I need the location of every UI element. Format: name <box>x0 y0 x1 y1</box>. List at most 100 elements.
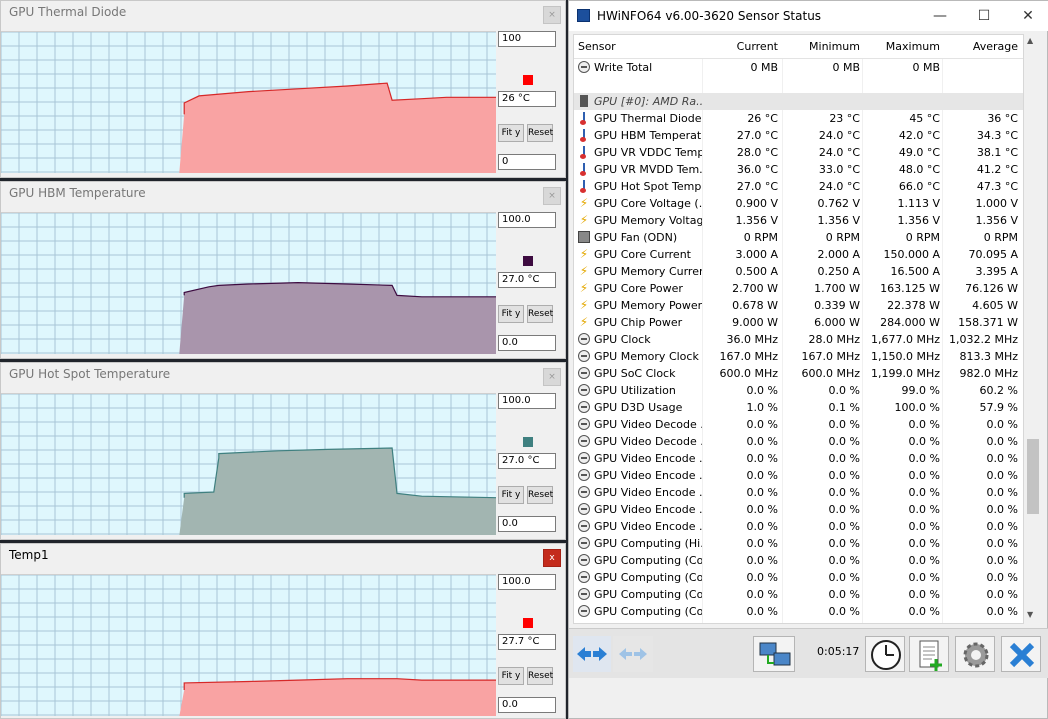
graph-close-icon[interactable]: × <box>543 368 561 386</box>
table-row[interactable]: GPU SoC Clock 600.0 MHz 600.0 MHz 1,199.… <box>574 365 1023 382</box>
graph-max-field[interactable]: 100.0 <box>498 393 556 409</box>
table-row[interactable]: GPU Video Encode ... 0.0 % 0.0 % 0.0 % 0… <box>574 467 1023 484</box>
arrows-left-right-icon[interactable] <box>573 636 611 672</box>
table-row[interactable]: GPU VR MVDD Tem... 36.0 °C 33.0 °C 48.0 … <box>574 161 1023 178</box>
table-row[interactable]: GPU Fan (ODN) 0 RPM 0 RPM 0 RPM 0 RPM <box>574 229 1023 246</box>
table-row[interactable] <box>574 76 1023 93</box>
col-sensor[interactable]: Sensor <box>578 40 616 53</box>
sensor-average: 0.0 % <box>986 588 1018 601</box>
table-row[interactable]: ⚡ GPU Core Voltage (... 0.900 V 0.762 V 1… <box>574 195 1023 212</box>
scroll-up-icon[interactable]: ▲ <box>1027 36 1033 45</box>
table-row[interactable]: GPU Computing (Hi... 0.0 % 0.0 % 0.0 % 0… <box>574 535 1023 552</box>
close-x-icon[interactable] <box>1001 636 1041 672</box>
table-row[interactable]: GPU Hot Spot Temp... 27.0 °C 24.0 °C 66.… <box>574 178 1023 195</box>
scroll-thumb[interactable] <box>1027 439 1039 514</box>
table-row[interactable]: GPU Video Decode ... 0.0 % 0.0 % 0.0 % 0… <box>574 416 1023 433</box>
table-row[interactable]: Write Total 0 MB 0 MB 0 MB <box>574 59 1023 76</box>
col-minimum[interactable]: Minimum <box>784 40 860 53</box>
graph-min-field[interactable]: 0.0 <box>498 516 556 532</box>
sensor-minimum: 0.339 W <box>814 299 860 312</box>
close-icon[interactable]: ✕ <box>1013 5 1043 27</box>
sensor-group-row[interactable]: GPU [#0]: AMD Ra... <box>574 93 1023 110</box>
fit-y-button[interactable]: Fit y <box>498 124 524 142</box>
table-row[interactable]: GPU HBM Temperat... 27.0 °C 24.0 °C 42.0… <box>574 127 1023 144</box>
col-average[interactable]: Average <box>944 40 1018 53</box>
sensor-name: Write Total <box>594 61 653 74</box>
graph-max-field[interactable]: 100.0 <box>498 212 556 228</box>
graph-side-panel: 100 26 °C Fit y Reset 0 <box>498 31 562 173</box>
table-row[interactable]: GPU Clock 36.0 MHz 28.0 MHz 1,677.0 MHz … <box>574 331 1023 348</box>
graph-close-icon[interactable]: x <box>543 549 561 567</box>
graph-min-field[interactable]: 0.0 <box>498 335 556 351</box>
table-row[interactable]: GPU Video Encode ... 0.0 % 0.0 % 0.0 % 0… <box>574 450 1023 467</box>
reset-button[interactable]: Reset <box>527 667 553 685</box>
sensor-minimum: 2.000 A <box>817 248 860 261</box>
sensor-current: 0.0 % <box>746 435 778 448</box>
sensor-maximum: 0.0 % <box>908 537 940 550</box>
graph-color-swatch[interactable] <box>523 618 533 628</box>
table-row[interactable]: GPU Utilization 0.0 % 0.0 % 99.0 % 60.2 … <box>574 382 1023 399</box>
table-row[interactable]: GPU D3D Usage 1.0 % 0.1 % 100.0 % 57.9 % <box>574 399 1023 416</box>
sensor-maximum: 163.125 W <box>880 282 940 295</box>
sensor-minimum: 0 RPM <box>825 231 860 244</box>
vertical-scrollbar[interactable]: ▲ ▼ <box>1024 34 1042 624</box>
sensor-name: GPU VR VDDC Temp... <box>594 146 702 159</box>
graph-max-field[interactable]: 100 <box>498 31 556 47</box>
arrows-disabled-icon[interactable] <box>613 636 653 672</box>
sensor-minimum: 0.0 % <box>828 605 860 618</box>
fit-y-button[interactable]: Fit y <box>498 305 524 323</box>
col-maximum[interactable]: Maximum <box>864 40 940 53</box>
maximize-icon[interactable]: ☐ <box>969 5 999 27</box>
table-row[interactable]: GPU VR VDDC Temp... 28.0 °C 24.0 °C 49.0… <box>574 144 1023 161</box>
table-row[interactable]: ⚡ GPU Core Power 2.700 W 1.700 W 163.125 … <box>574 280 1023 297</box>
reset-button[interactable]: Reset <box>527 124 553 142</box>
table-row[interactable]: GPU Thermal Diode 26 °C 23 °C 45 °C 36 °… <box>574 110 1023 127</box>
clock-icon[interactable] <box>865 636 905 672</box>
sensor-minimum: 0.0 % <box>828 418 860 431</box>
graph-min-field[interactable]: 0.0 <box>498 697 556 713</box>
report-icon[interactable] <box>909 636 949 672</box>
thermometer-icon <box>580 163 587 176</box>
col-current[interactable]: Current <box>702 40 778 53</box>
sensor-minimum: 600.0 MHz <box>801 367 860 380</box>
graph-close-icon[interactable]: × <box>543 6 561 24</box>
network-icon[interactable] <box>753 636 795 672</box>
table-row[interactable]: GPU Video Encode ... 0.0 % 0.0 % 0.0 % 0… <box>574 518 1023 535</box>
sensor-current: 0 RPM <box>743 231 778 244</box>
table-row[interactable]: GPU Video Decode ... 0.0 % 0.0 % 0.0 % 0… <box>574 433 1023 450</box>
sensor-name: GPU [#0]: AMD Ra... <box>594 95 702 108</box>
table-row[interactable]: GPU Computing (Co... 0.0 % 0.0 % 0.0 % 0… <box>574 552 1023 569</box>
graph-color-swatch[interactable] <box>523 256 533 266</box>
title-bar[interactable]: HWiNFO64 v6.00-3620 Sensor Status — ☐ ✕ <box>569 1 1048 31</box>
sensor-average: 0.0 % <box>986 605 1018 618</box>
sensor-average: 0.0 % <box>986 503 1018 516</box>
fit-y-button[interactable]: Fit y <box>498 486 524 504</box>
table-row[interactable]: ⚡ GPU Memory Voltag... 1.356 V 1.356 V 1.… <box>574 212 1023 229</box>
table-row[interactable]: ⚡ GPU Memory Power 0.678 W 0.339 W 22.378… <box>574 297 1023 314</box>
graph-color-swatch[interactable] <box>523 75 533 85</box>
sensor-name: GPU Memory Clock <box>594 350 699 363</box>
table-row[interactable]: ⚡ GPU Core Current 3.000 A 2.000 A 150.00… <box>574 246 1023 263</box>
sensor-current: 36.0 °C <box>736 163 778 176</box>
table-row[interactable]: GPU Computing (Co... 0.0 % 0.0 % 0.0 % 0… <box>574 586 1023 603</box>
settings-icon[interactable] <box>955 636 995 672</box>
sensor-minimum: 0.0 % <box>828 537 860 550</box>
graph-max-field[interactable]: 100.0 <box>498 574 556 590</box>
table-row[interactable]: ⚡ GPU Chip Power 9.000 W 6.000 W 284.000 … <box>574 314 1023 331</box>
table-row[interactable]: GPU Video Encode ... 0.0 % 0.0 % 0.0 % 0… <box>574 484 1023 501</box>
table-row[interactable]: GPU Computing (Co... 0.0 % 0.0 % 0.0 % 0… <box>574 569 1023 586</box>
graph-color-swatch[interactable] <box>523 437 533 447</box>
table-row[interactable]: GPU Computing (Co... 0.0 % 0.0 % 0.0 % 0… <box>574 603 1023 620</box>
scroll-down-icon[interactable]: ▼ <box>1027 610 1033 619</box>
reset-button[interactable]: Reset <box>527 305 553 323</box>
sensor-minimum: 0.762 V <box>817 197 860 210</box>
reset-button[interactable]: Reset <box>527 486 553 504</box>
fit-y-button[interactable]: Fit y <box>498 667 524 685</box>
graph-close-icon[interactable]: × <box>543 187 561 205</box>
minimize-icon[interactable]: — <box>925 5 955 27</box>
table-row[interactable]: GPU Video Encode ... 0.0 % 0.0 % 0.0 % 0… <box>574 501 1023 518</box>
table-row[interactable]: ⚡ GPU Memory Current 0.500 A 0.250 A 16.5… <box>574 263 1023 280</box>
sensor-average: 0.0 % <box>986 571 1018 584</box>
table-row[interactable]: GPU Memory Clock 167.0 MHz 167.0 MHz 1,1… <box>574 348 1023 365</box>
graph-min-field[interactable]: 0 <box>498 154 556 170</box>
